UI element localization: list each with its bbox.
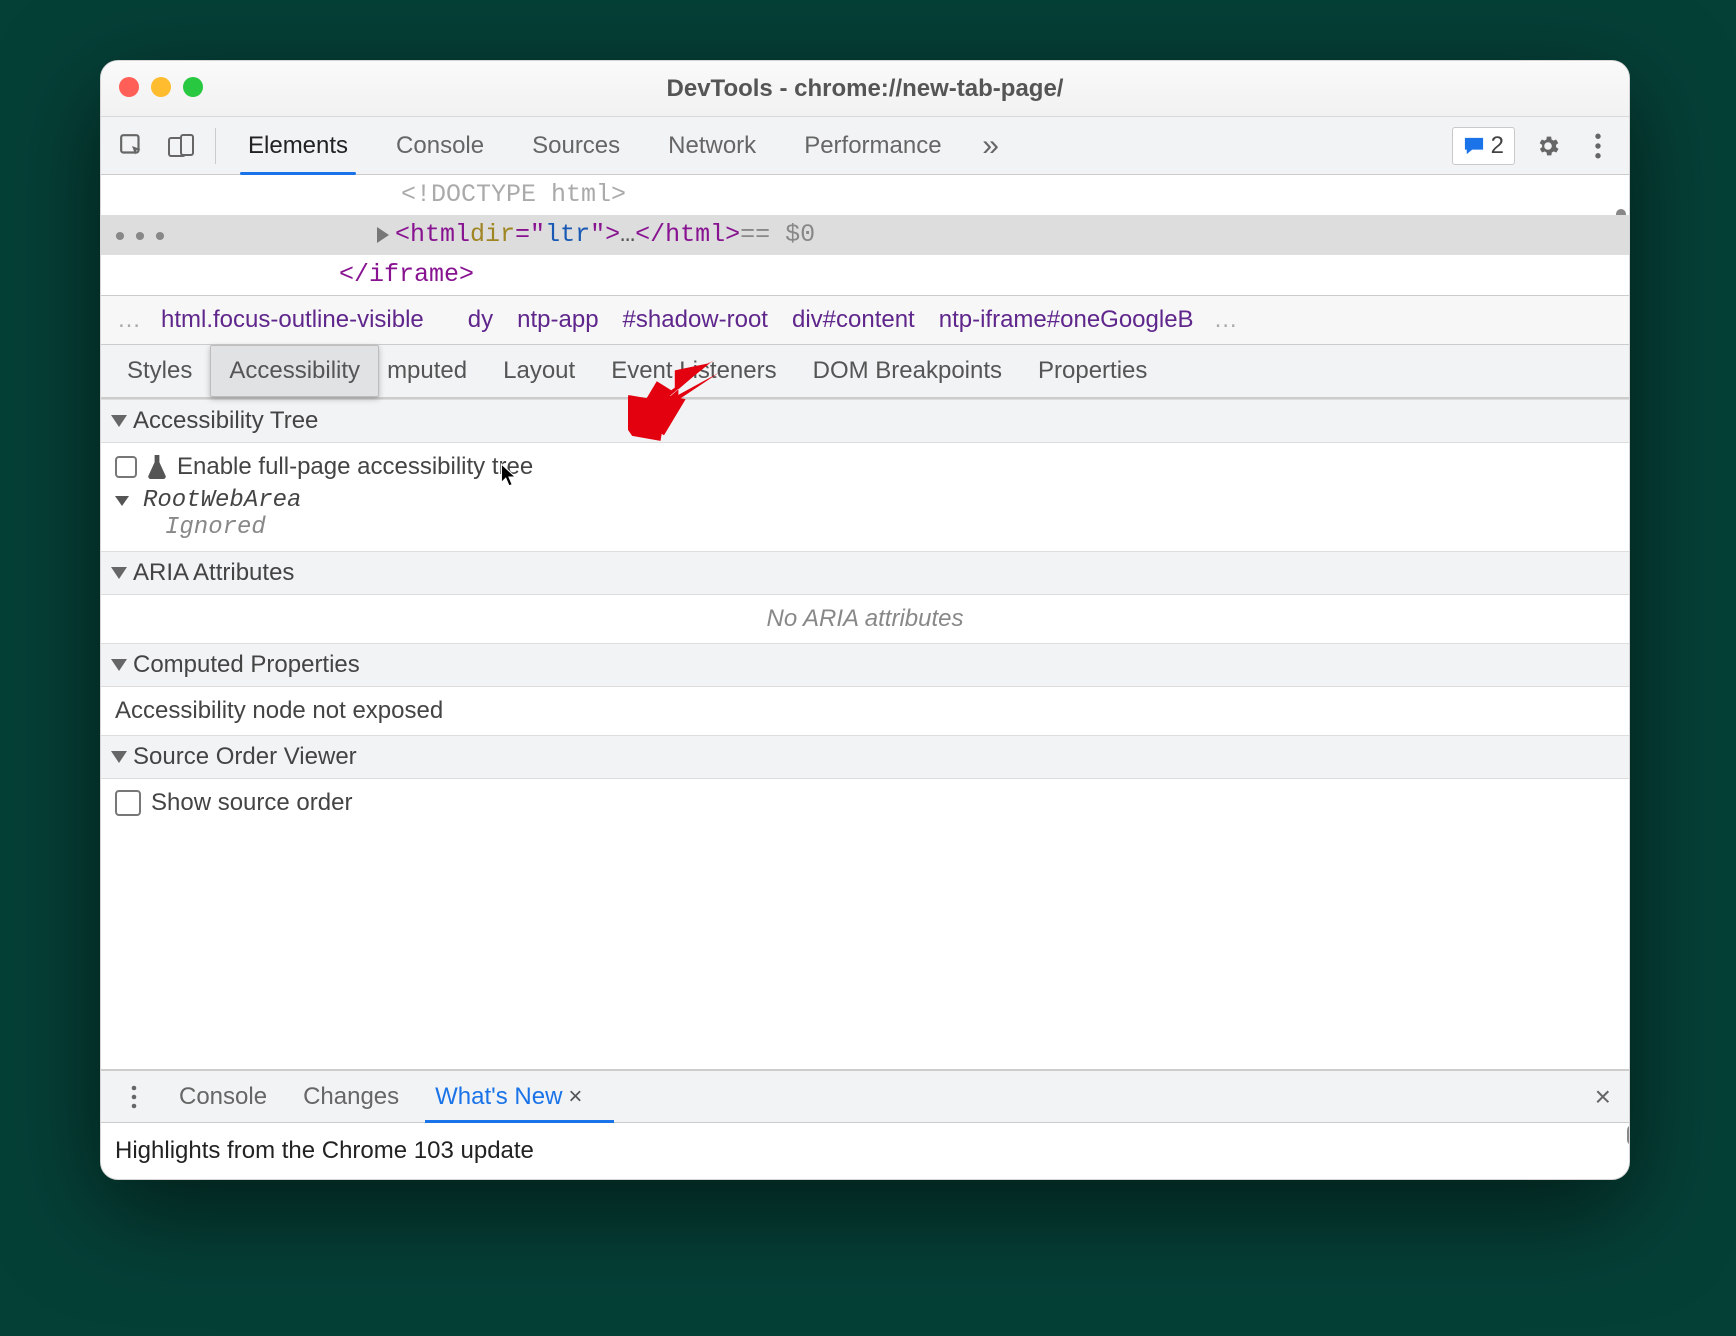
device-toolbar-button[interactable] (159, 123, 205, 169)
close-drawer-button[interactable]: × (1587, 1081, 1619, 1113)
show-source-order-checkbox[interactable] (115, 790, 141, 816)
tree-caret-icon[interactable] (115, 496, 129, 506)
crumb-html[interactable]: html.focus-outline-visible (151, 302, 434, 338)
dom-line-iframe-close[interactable]: </iframe> (101, 255, 1629, 295)
crumb-overflow-left[interactable]: … (111, 306, 147, 334)
dom-line-doctype[interactable]: <!DOCTYPE html> (101, 175, 1629, 215)
ax-node-ignored: Ignored (165, 514, 266, 541)
tab-accessibility-dragging[interactable]: Accessibility (210, 345, 379, 397)
section-title: Computed Properties (133, 651, 360, 679)
section-aria-attributes[interactable]: ARIA Attributes (101, 551, 1629, 595)
enable-full-page-tree-checkbox[interactable] (115, 456, 137, 478)
crumb-div-content[interactable]: div#content (782, 302, 925, 338)
drawer-kebab-button[interactable] (111, 1074, 157, 1120)
computed-properties-content: Accessibility node not exposed (101, 687, 1629, 735)
settings-button[interactable] (1525, 123, 1571, 169)
drawer-tab-console[interactable]: Console (165, 1071, 281, 1122)
elements-dom-tree[interactable]: <!DOCTYPE html> ••• <html dir="ltr">…</h… (101, 175, 1629, 295)
section-title: ARIA Attributes (133, 559, 294, 587)
minimize-window-button[interactable] (151, 77, 171, 97)
tab-sources[interactable]: Sources (510, 117, 642, 174)
zoom-window-button[interactable] (183, 77, 203, 97)
sidebar-pane-tabs: Styles Accessibility mputed Layout Event… (101, 345, 1629, 399)
flask-icon (147, 455, 167, 479)
dom-line-html-selected[interactable]: ••• <html dir="ltr">…</html> == $0 (101, 215, 1629, 255)
inspect-element-button[interactable] (109, 123, 155, 169)
tab-properties[interactable]: Properties (1020, 345, 1165, 397)
more-tabs-button[interactable]: » (968, 123, 1014, 169)
close-tab-button[interactable]: × (568, 1083, 582, 1111)
crumb-ntp-iframe[interactable]: ntp-iframe#oneGoogleB (929, 302, 1204, 338)
close-window-button[interactable] (119, 77, 139, 97)
dom-breadcrumbs[interactable]: … html.focus-outline-visible dy ntp-app … (101, 295, 1629, 345)
chevron-down-icon (111, 567, 127, 579)
accessibility-tree-content: Enable full-page accessibility tree Root… (101, 443, 1629, 551)
drawer-tab-whats-new[interactable]: What's New × (421, 1071, 596, 1122)
section-title: Accessibility Tree (133, 407, 318, 435)
crumb-body[interactable]: dy (458, 302, 503, 338)
kebab-menu-button[interactable] (1575, 123, 1621, 169)
main-toolbar: Elements Console Sources Network Perform… (101, 117, 1629, 175)
issues-button[interactable]: 2 (1452, 127, 1515, 165)
drawer-tabs: Console Changes What's New × × (101, 1071, 1629, 1123)
drawer-tab-changes[interactable]: Changes (289, 1071, 413, 1122)
divider (215, 128, 216, 164)
scrollbar-thumb[interactable] (1627, 1125, 1630, 1145)
chevron-down-icon (111, 659, 127, 671)
source-order-content: Show source order (101, 779, 1629, 827)
tab-event-listeners[interactable]: Event Listeners (593, 345, 794, 397)
aria-attributes-empty: No ARIA attributes (101, 595, 1629, 643)
section-title: Source Order Viewer (133, 743, 357, 771)
message-icon (1463, 136, 1485, 156)
tab-styles[interactable]: Styles (109, 345, 210, 397)
tab-elements[interactable]: Elements (226, 117, 370, 174)
tab-network[interactable]: Network (646, 117, 778, 174)
crumb-overflow-right[interactable]: … (1208, 306, 1244, 334)
tab-dom-breakpoints[interactable]: DOM Breakpoints (795, 345, 1020, 397)
tab-computed[interactable]: mputed (369, 345, 485, 397)
traffic-lights (119, 77, 203, 97)
drawer: Console Changes What's New × × Highlight… (101, 1069, 1629, 1179)
expand-caret-icon[interactable] (377, 227, 389, 243)
kebab-icon (1594, 133, 1602, 159)
whats-new-headline: Highlights from the Chrome 103 update (101, 1123, 1629, 1179)
section-computed-properties[interactable]: Computed Properties (101, 643, 1629, 687)
section-source-order-viewer[interactable]: Source Order Viewer (101, 735, 1629, 779)
devtools-window: DevTools - chrome://new-tab-page/ Elemen… (100, 60, 1630, 1180)
tab-performance[interactable]: Performance (782, 117, 963, 174)
chevron-down-icon (111, 751, 127, 763)
gear-icon (1535, 133, 1561, 159)
chevron-down-icon (111, 415, 127, 427)
ax-node-root[interactable]: RootWebArea (143, 487, 301, 514)
section-accessibility-tree[interactable]: Accessibility Tree (101, 399, 1629, 443)
crumb-shadow-root[interactable]: #shadow-root (613, 302, 778, 338)
window-title: DevTools - chrome://new-tab-page/ (101, 75, 1629, 103)
show-source-order-label: Show source order (151, 789, 352, 817)
issues-count: 2 (1491, 132, 1504, 160)
kebab-icon (130, 1085, 138, 1109)
enable-full-page-tree-label: Enable full-page accessibility tree (177, 453, 533, 481)
crumb-ntp-app[interactable]: ntp-app (507, 302, 608, 338)
ellipsis-icon: ••• (111, 219, 171, 259)
tab-layout[interactable]: Layout (485, 345, 593, 397)
window-titlebar: DevTools - chrome://new-tab-page/ (101, 61, 1629, 117)
tab-console[interactable]: Console (374, 117, 506, 174)
